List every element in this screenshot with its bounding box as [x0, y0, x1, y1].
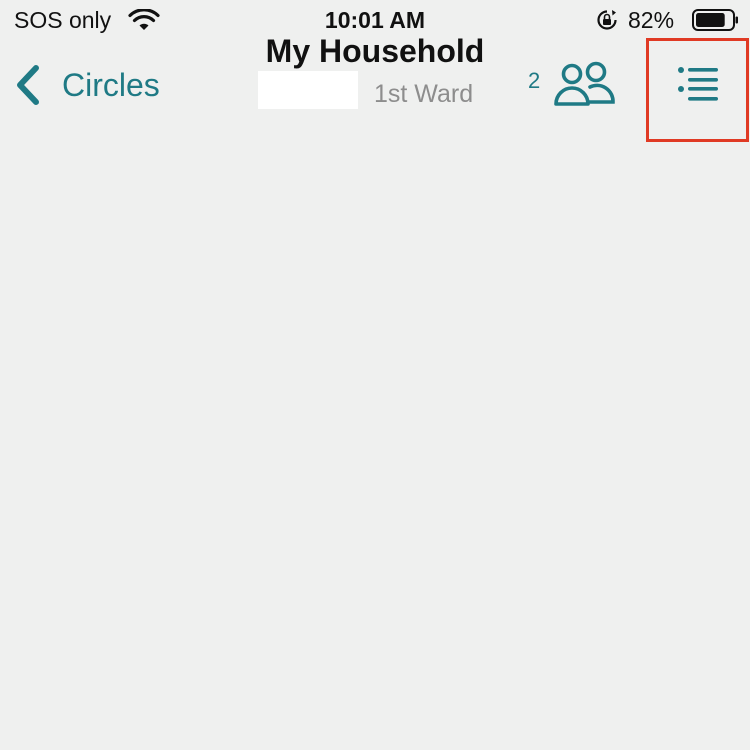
redacted-name [258, 71, 358, 109]
chevron-left-icon [17, 65, 39, 105]
people-icon [554, 61, 616, 106]
member-count: 2 [528, 68, 541, 93]
battery-icon [692, 9, 738, 31]
back-label: Circles [62, 66, 160, 103]
page-title: My Household [265, 33, 485, 69]
list-icon[interactable] [675, 64, 723, 106]
page-subtitle: 1st Ward [374, 80, 474, 108]
rotation-lock-icon [597, 10, 617, 30]
battery-percent: 82% [628, 7, 675, 33]
members-button[interactable]: 2 [528, 58, 623, 110]
